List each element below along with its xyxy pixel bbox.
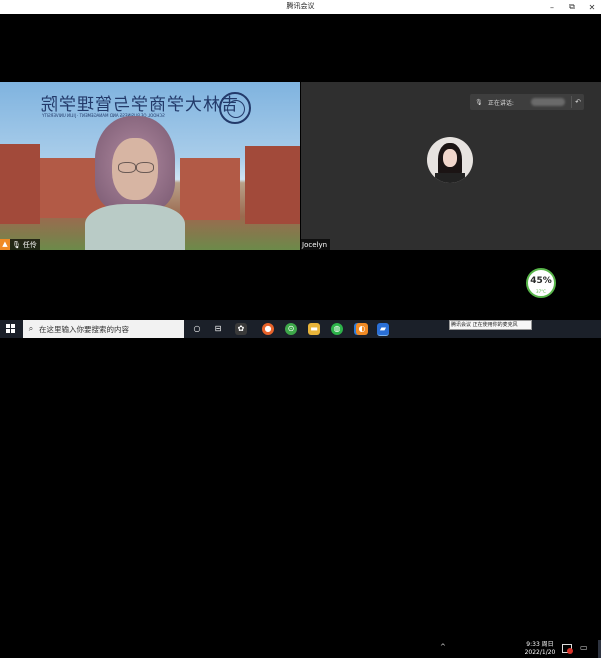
wechat-icon[interactable]: ◍ bbox=[331, 323, 343, 335]
host-icon: ▲ bbox=[0, 239, 10, 250]
search-icon: ⌕ bbox=[28, 324, 34, 333]
meeting-stage: 吉林大学商学与管理学院 SCHOOL OF BUSINESS AND MANAG… bbox=[0, 14, 601, 320]
participant-video bbox=[85, 116, 185, 250]
restore-button[interactable]: ⧉ bbox=[567, 2, 577, 12]
video-tile-renling[interactable]: 吉林大学商学与管理学院 SCHOOL OF BUSINESS AND MANAG… bbox=[0, 82, 300, 250]
windows-start-icon[interactable] bbox=[6, 324, 16, 334]
close-button[interactable]: ✕ bbox=[587, 3, 597, 12]
taskbar-clock[interactable]: 9:33 周日 2022/1/20 bbox=[522, 640, 558, 657]
search-placeholder: 在这里输入你要搜索的内容 bbox=[39, 324, 129, 334]
taskbar-search-input[interactable]: ⌕ 在这里输入你要搜索的内容 bbox=[23, 320, 184, 338]
participant-name: Jocelyn bbox=[302, 240, 328, 249]
mic-icon: 🎙 bbox=[12, 240, 21, 249]
mic-usage-tooltip: 腾讯会议 正在使用你的麦克风 bbox=[449, 320, 532, 330]
mic-icon: 🎙 bbox=[475, 98, 483, 106]
participant-name-badge: Jocelyn bbox=[300, 239, 331, 250]
avatar bbox=[427, 137, 473, 183]
title-bar: 腾讯会议 – ⧉ ✕ bbox=[0, 0, 601, 14]
file-explorer-icon[interactable]: ▬ bbox=[308, 323, 320, 335]
clock-date: 2022/1/20 bbox=[524, 649, 556, 656]
tencent-meeting-icon[interactable]: ▰ bbox=[377, 323, 389, 336]
action-center-icon[interactable]: ▭ bbox=[580, 643, 588, 652]
app-green-icon[interactable]: ⊙ bbox=[285, 323, 297, 335]
participant-name-badge: ▲ 🎙 任伶 bbox=[0, 239, 40, 250]
speaker-name-blurred bbox=[531, 98, 566, 106]
network-temp: 37°C bbox=[536, 289, 546, 294]
window-title: 腾讯会议 bbox=[286, 2, 315, 10]
network-status-widget[interactable]: 45% 37°C bbox=[526, 268, 556, 298]
clock-time: 9:33 周日 bbox=[526, 641, 554, 648]
speaking-indicator[interactable]: 🎙 正在讲话: ↶ bbox=[470, 94, 584, 110]
minimize-button[interactable]: – bbox=[547, 3, 557, 12]
back-icon[interactable]: ↶ bbox=[572, 98, 584, 106]
background-sign-title: 吉林大学商学与管理学院 bbox=[40, 95, 238, 115]
app-orange-icon[interactable]: ◐ bbox=[356, 323, 368, 335]
network-percent: 45% bbox=[530, 276, 552, 286]
university-seal-icon bbox=[219, 92, 251, 124]
browser-icon[interactable]: ● bbox=[262, 323, 274, 335]
tray-expand-icon[interactable]: ^ bbox=[440, 643, 446, 651]
task-view-icon[interactable]: ⊟ bbox=[212, 323, 224, 335]
notification-badge-icon[interactable] bbox=[562, 642, 573, 654]
app-icon[interactable]: ✿ bbox=[235, 323, 247, 335]
speaking-label: 正在讲话: bbox=[487, 99, 514, 107]
participant-name: 任伶 bbox=[22, 240, 37, 249]
cortana-icon[interactable]: ○ bbox=[191, 323, 203, 335]
